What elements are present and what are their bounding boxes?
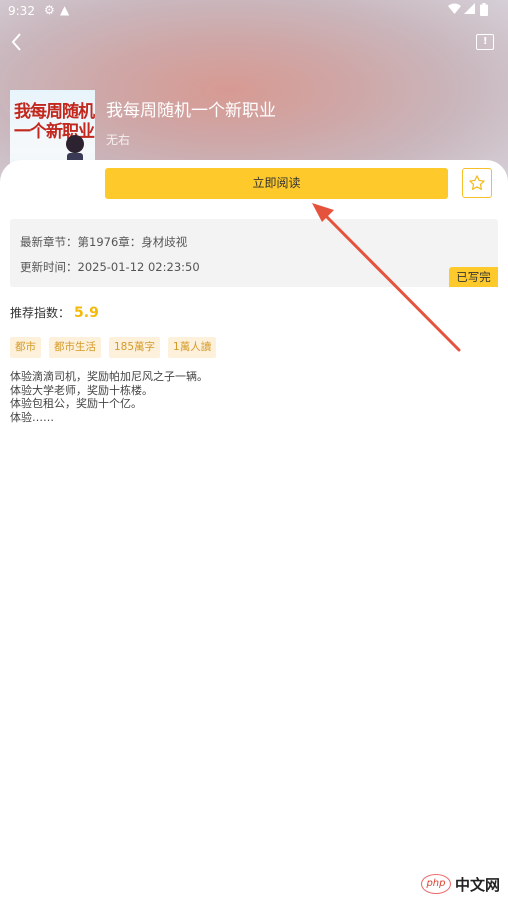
recommend-label: 推荐指数： [10,306,71,320]
signal-icon [464,3,475,17]
chapter-info-box[interactable]: 最新章节：第1976章：身材歧视 更新时间：2025-01-12 02:23:5… [10,219,498,287]
cat-icon: ▲ [60,3,70,17]
wifi-icon [448,3,461,17]
update-time-row: 更新时间：2025-01-12 02:23:50 [20,259,200,275]
back-button[interactable] [8,30,32,56]
tag-item[interactable]: 都市生活 [49,337,101,358]
favorite-button[interactable] [462,168,492,198]
latest-chapter-row: 最新章节：第1976章：身材歧视 [20,234,187,250]
tag-item: 1萬人讀 [168,337,217,358]
book-description: 体验滴滴司机，奖励帕加尼风之子一辆。 体验大学老师，奖励十栋楼。 体验包租公，奖… [10,370,490,424]
update-time: 2025-01-12 02:23:50 [77,260,200,274]
tag-list: 都市 都市生活 185萬字 1萬人讀 [10,337,217,359]
top-bar: ! [0,30,508,60]
tag-item[interactable]: 都市 [10,337,41,358]
recommend-score: 5.9 [74,305,99,321]
watermark-text: 中文网 [454,875,500,894]
book-title: 我每周随机一个新职业 [106,101,276,121]
report-button[interactable]: ! [476,34,494,50]
recommend-row: 推荐指数： 5.9 [10,304,99,321]
star-icon [469,175,485,190]
read-now-button[interactable]: 立即阅读 [105,168,448,199]
description-line: 体验大学老师，奖励十栋楼。 [10,383,153,397]
back-arrow-icon [11,33,21,51]
status-time: 9:32 [8,4,35,18]
latest-chapter[interactable]: 第1976章：身材歧视 [78,235,188,249]
watermark: php 中文网 [420,873,500,895]
description-line: 体验…… [10,410,54,424]
description-line: 体验包租公，奖励十个亿。 [10,397,142,410]
tag-item: 185萬字 [109,337,161,358]
report-icon: ! [483,36,488,47]
latest-chapter-label: 最新章节： [20,235,78,249]
status-bar: 9:32 ⚙ ▲ [0,0,508,22]
description-line: 体验滴滴司机，奖励帕加尼风之子一辆。 [10,370,208,383]
settings-icon: ⚙ [44,3,55,17]
book-author[interactable]: 无右 [106,131,130,148]
php-logo: php [420,874,451,894]
status-badge: 已写完 [449,267,498,287]
battery-icon [480,3,488,19]
update-time-label: 更新时间： [20,260,78,274]
